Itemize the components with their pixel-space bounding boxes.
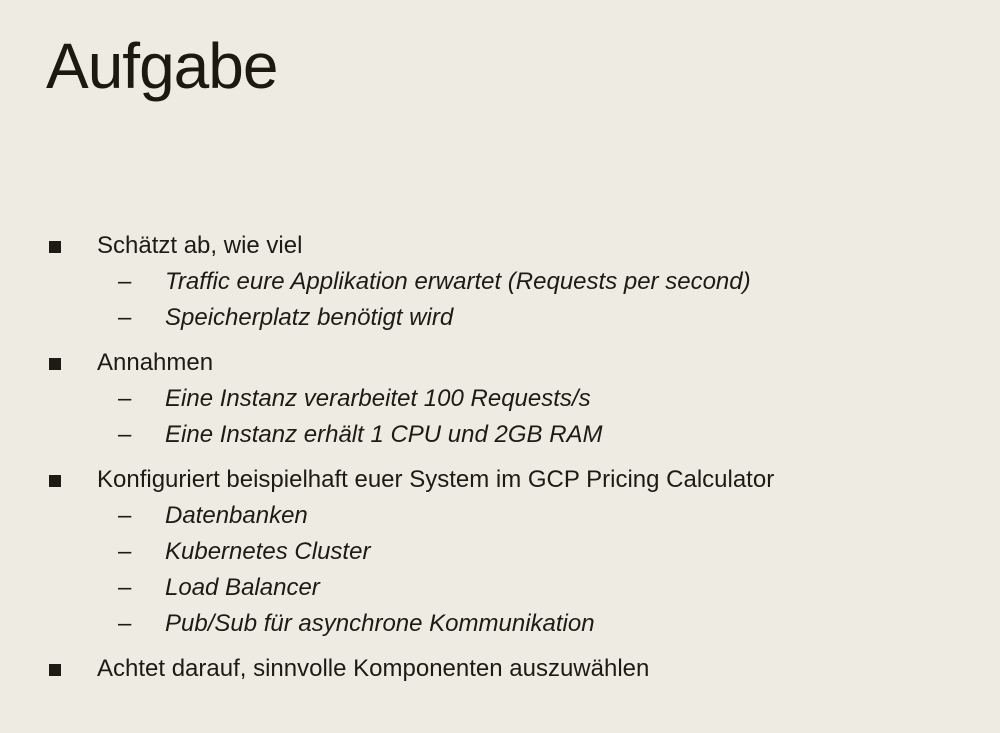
sub-item: – Speicherplatz benötigt wird bbox=[0, 300, 1000, 336]
sub-item: – Load Balancer bbox=[0, 570, 1000, 606]
sub-item: – Kubernetes Cluster bbox=[0, 534, 1000, 570]
dash-bullet-icon: – bbox=[118, 304, 132, 331]
dash-bullet-icon: – bbox=[118, 574, 132, 601]
dash-bullet-icon: – bbox=[118, 268, 132, 295]
bullet-group: Konfiguriert beispielhaft euer System im… bbox=[0, 462, 1000, 642]
dash-bullet-icon: – bbox=[118, 538, 132, 565]
bullet-group: Achtet darauf, sinnvolle Komponenten aus… bbox=[0, 651, 1000, 687]
dash-bullet-icon: – bbox=[118, 610, 132, 637]
sub-item-text: Load Balancer bbox=[165, 574, 320, 601]
sub-item-text: Kubernetes Cluster bbox=[165, 538, 371, 565]
square-bullet-icon bbox=[49, 241, 61, 253]
sub-item-text: Pub/Sub für asynchrone Kommunikation bbox=[165, 610, 595, 637]
sub-item-text: Eine Instanz verarbeitet 100 Requests/s bbox=[165, 385, 591, 412]
bullet-text: Konfiguriert beispielhaft euer System im… bbox=[97, 466, 775, 493]
bullet-group: Annahmen – Eine Instanz verarbeitet 100 … bbox=[0, 345, 1000, 453]
slide-title: Aufgabe bbox=[46, 30, 278, 102]
slide: Aufgabe Schätzt ab, wie viel – Traffic e… bbox=[0, 0, 1000, 733]
square-bullet-icon bbox=[49, 664, 61, 676]
dash-bullet-icon: – bbox=[118, 421, 132, 448]
square-bullet-icon bbox=[49, 475, 61, 487]
sub-item: – Pub/Sub für asynchrone Kommunikation bbox=[0, 606, 1000, 642]
bullet-item: Annahmen bbox=[0, 345, 1000, 381]
sub-item-text: Speicherplatz benötigt wird bbox=[165, 304, 454, 331]
bullet-item: Achtet darauf, sinnvolle Komponenten aus… bbox=[0, 651, 1000, 687]
bullet-list: Schätzt ab, wie viel – Traffic eure Appl… bbox=[0, 228, 1000, 696]
bullet-item: Konfiguriert beispielhaft euer System im… bbox=[0, 462, 1000, 498]
sub-item-text: Eine Instanz erhält 1 CPU und 2GB RAM bbox=[165, 421, 603, 448]
bullet-group: Schätzt ab, wie viel – Traffic eure Appl… bbox=[0, 228, 1000, 336]
bullet-item: Schätzt ab, wie viel bbox=[0, 228, 1000, 264]
dash-bullet-icon: – bbox=[118, 385, 132, 412]
bullet-text: Annahmen bbox=[97, 349, 214, 376]
square-bullet-icon bbox=[49, 358, 61, 370]
sub-item: – Eine Instanz erhält 1 CPU und 2GB RAM bbox=[0, 417, 1000, 453]
bullet-text: Achtet darauf, sinnvolle Komponenten aus… bbox=[97, 655, 650, 682]
bullet-text: Schätzt ab, wie viel bbox=[97, 232, 303, 259]
dash-bullet-icon: – bbox=[118, 502, 132, 529]
sub-item: – Traffic eure Applikation erwartet (Req… bbox=[0, 264, 1000, 300]
sub-item: – Datenbanken bbox=[0, 498, 1000, 534]
sub-item-text: Datenbanken bbox=[165, 502, 308, 529]
sub-item: – Eine Instanz verarbeitet 100 Requests/… bbox=[0, 381, 1000, 417]
sub-item-text: Traffic eure Applikation erwartet (Reque… bbox=[165, 268, 751, 295]
